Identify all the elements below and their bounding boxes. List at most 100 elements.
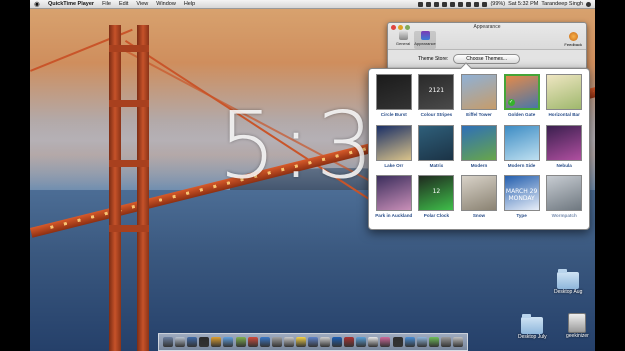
- theme-tile[interactable]: Lake Orr: [373, 124, 415, 175]
- theme-tile[interactable]: Eiffel Tower: [458, 74, 500, 124]
- theme-thumbnail: [546, 124, 583, 161]
- dock-app-icon[interactable]: [344, 337, 355, 347]
- dock-app-icon[interactable]: [320, 337, 331, 347]
- theme-tile[interactable]: Wormpatch: [543, 175, 585, 225]
- dock-app-icon[interactable]: [368, 337, 379, 347]
- theme-thumbnail: [460, 175, 497, 212]
- battery-percent[interactable]: (99%): [490, 1, 505, 7]
- status-icon[interactable]: [442, 1, 448, 7]
- tab-appearance[interactable]: Appearance: [414, 31, 436, 49]
- close-button[interactable]: [391, 24, 396, 30]
- theme-thumbnail: [546, 74, 583, 110]
- dock-app-icon[interactable]: [356, 337, 367, 347]
- dock-app-icon[interactable]: [332, 337, 343, 347]
- theme-thumbnail: [375, 124, 412, 161]
- menu-clock[interactable]: Sat 5:32 PM: [508, 1, 538, 7]
- menu-file[interactable]: File: [98, 1, 115, 7]
- theme-tile[interactable]: Circle Burst: [373, 74, 415, 124]
- theme-clock-preview: 12: [432, 188, 441, 196]
- desktop-drive[interactable]: geekinizer: [566, 313, 589, 339]
- theme-thumbnail: [375, 175, 412, 212]
- folder-label: Desktop Aug: [554, 289, 583, 295]
- theme-tile[interactable]: Snow: [458, 175, 500, 225]
- dock-app-icon[interactable]: [271, 337, 282, 347]
- desktop-folder[interactable]: Desktop Aug: [554, 269, 583, 295]
- status-icon[interactable]: [434, 1, 440, 7]
- theme-tile[interactable]: Modern: [458, 124, 500, 175]
- theme-name: Matrix: [429, 162, 444, 168]
- menu-view[interactable]: View: [132, 1, 152, 7]
- dock-app-icon[interactable]: [187, 337, 198, 347]
- wifi-icon[interactable]: [466, 1, 472, 7]
- dock-app-icon[interactable]: [380, 337, 391, 347]
- theme-clock-preview: MARCH 29 MONDAY: [505, 188, 538, 203]
- theme-tile[interactable]: Park in Auckland: [373, 175, 415, 225]
- theme-thumbnail: [460, 74, 497, 110]
- theme-tile[interactable]: 2121 Colour Stripes: [416, 74, 458, 124]
- dock-app-icon[interactable]: [452, 337, 463, 347]
- theme-thumbnail: ✓: [503, 74, 540, 110]
- dock-app-icon[interactable]: [428, 337, 439, 347]
- window-titlebar[interactable]: Appearance: [388, 23, 586, 31]
- status-icon[interactable]: [426, 1, 432, 7]
- user-name[interactable]: Tarandeep Singh: [541, 1, 583, 7]
- dock-app-icon[interactable]: [199, 337, 210, 347]
- theme-tile[interactable]: MARCH 29 MONDAY Type: [501, 175, 543, 225]
- theme-thumbnail: 12: [418, 175, 455, 212]
- dock-app-icon[interactable]: [259, 337, 270, 347]
- feedback-button[interactable]: Feedback: [564, 32, 582, 47]
- dock-app-icon[interactable]: [404, 337, 415, 347]
- volume-icon[interactable]: [474, 1, 480, 7]
- dock-app-icon[interactable]: [416, 337, 427, 347]
- dock-app-icon[interactable]: [392, 337, 403, 347]
- zoom-button[interactable]: [405, 24, 410, 30]
- theme-tile[interactable]: Nebula: [543, 124, 585, 175]
- menu-window[interactable]: Window: [152, 1, 180, 7]
- desktop: 5:32 ◉ QuickTime Player File Edit View W…: [30, 0, 595, 351]
- choose-themes-button[interactable]: Choose Themes...: [453, 53, 521, 64]
- dock-app-icon[interactable]: [283, 337, 294, 347]
- dock-app-icon[interactable]: [223, 337, 234, 347]
- apple-menu-icon[interactable]: ◉: [30, 0, 44, 8]
- theme-tile[interactable]: Horizontal Bar: [543, 74, 585, 124]
- dock-app-icon[interactable]: [163, 337, 174, 347]
- theme-thumbnail: [375, 74, 412, 110]
- folder-icon: [557, 269, 580, 289]
- theme-tile[interactable]: 12 Polar Clock: [416, 175, 458, 225]
- theme-store-label: Theme Store:: [418, 55, 449, 62]
- menu-edit[interactable]: Edit: [115, 1, 132, 7]
- theme-tile[interactable]: Modern Side: [501, 124, 543, 175]
- dock-app-icon[interactable]: [440, 337, 451, 347]
- drive-label: geekinizer: [566, 333, 589, 339]
- menu-app-name[interactable]: QuickTime Player: [44, 1, 98, 7]
- tab-general[interactable]: General: [392, 31, 414, 49]
- dock-app-icon[interactable]: [235, 337, 246, 347]
- theme-thumbnail: [418, 124, 455, 161]
- dock-app-icon[interactable]: [307, 337, 318, 347]
- minimize-button[interactable]: [398, 24, 403, 30]
- theme-name: Horizontal Bar: [548, 112, 580, 117]
- feedback-icon: [568, 32, 578, 41]
- menu-help[interactable]: Help: [180, 1, 199, 7]
- theme-tile[interactable]: ✓ Golden Gate: [501, 74, 543, 124]
- dock-app-icon[interactable]: [211, 337, 222, 347]
- menu-bar: ◉ QuickTime Player File Edit View Window…: [30, 0, 595, 9]
- dock-app-icon[interactable]: [247, 337, 258, 347]
- dock: [158, 333, 468, 351]
- status-icon[interactable]: [450, 1, 456, 7]
- battery-icon[interactable]: [482, 1, 488, 7]
- status-icon[interactable]: [458, 1, 464, 7]
- theme-store-row: Theme Store: Choose Themes...: [388, 49, 586, 67]
- tab-general-label: General: [395, 41, 411, 46]
- theme-thumbnail: [546, 175, 583, 212]
- folder-icon: [521, 314, 544, 334]
- spotlight-icon[interactable]: [586, 1, 591, 7]
- dock-app-icon[interactable]: [175, 337, 186, 347]
- dock-app-icon[interactable]: [295, 337, 306, 347]
- theme-tile[interactable]: Matrix: [416, 124, 458, 175]
- theme-name: Modern Side: [507, 162, 536, 168]
- theme-thumbnail: [460, 124, 497, 161]
- desktop-folder[interactable]: Desktop July: [518, 314, 547, 340]
- hard-drive-icon: [568, 313, 587, 333]
- status-icon[interactable]: [418, 1, 424, 7]
